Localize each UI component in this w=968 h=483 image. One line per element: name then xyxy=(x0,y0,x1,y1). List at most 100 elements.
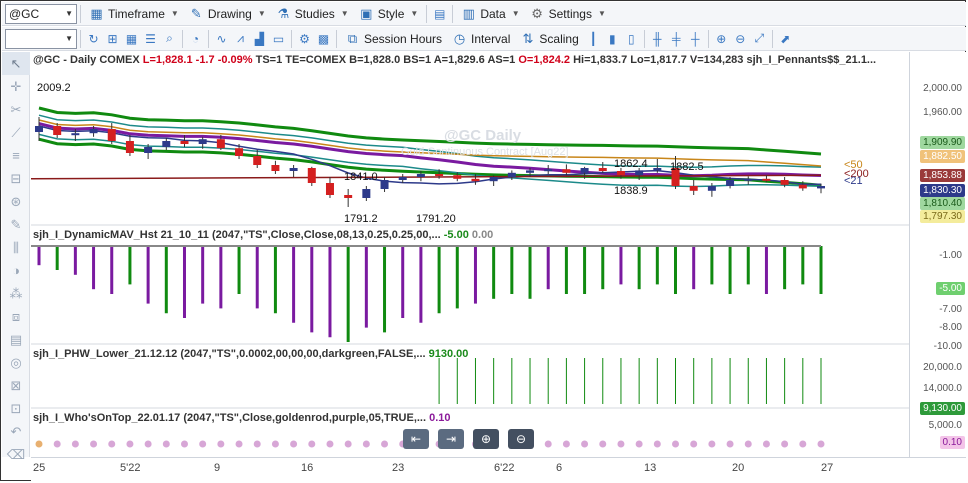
axis-label: -7.00 xyxy=(939,304,962,315)
axis-label: -1.00 xyxy=(939,250,962,261)
add-chart-icon[interactable]: ⬈ xyxy=(776,30,795,48)
scroll-left-button[interactable]: ⇤ xyxy=(403,429,429,449)
divider xyxy=(336,29,337,48)
bars-wide-icon: ⇥ xyxy=(445,432,457,446)
price-axis[interactable]: 2,000.00 1,960.00 1,909.90 1,882.50 1,85… xyxy=(909,52,966,457)
magnify-chart-icon[interactable]: ⌕ xyxy=(160,30,179,48)
calendar-icon: ▦ xyxy=(90,5,103,21)
gauge-icon[interactable]: ◔ xyxy=(186,30,205,48)
price-tag-maroon: 1,853.88 xyxy=(920,169,965,182)
ohlc-icon[interactable]: ╫ xyxy=(648,30,667,48)
data-button[interactable]: ▥ Data ▼ xyxy=(456,4,524,24)
zigzag-icon[interactable]: ⩘ xyxy=(231,30,250,48)
crosshair-icon[interactable]: ✛ xyxy=(2,75,30,98)
chevron-down-icon[interactable]: ▼ xyxy=(65,9,73,18)
clock-icon: ◷ xyxy=(453,30,466,46)
divider xyxy=(426,4,428,23)
shapes-icon[interactable]: ◑ xyxy=(2,259,30,282)
studies-button[interactable]: ⚗ Studies ▼ xyxy=(271,4,354,24)
refresh-icon[interactable]: ↻ xyxy=(84,30,103,48)
chart-watermark: @GC Daily xyxy=(444,127,522,144)
hlc-icon[interactable]: ╪ xyxy=(667,30,686,48)
candle-body xyxy=(307,168,316,183)
fib-icon[interactable]: ⊟ xyxy=(2,167,30,190)
lines-icon[interactable]: ⫼ xyxy=(2,236,30,259)
candle-body xyxy=(344,195,353,198)
spiral-icon[interactable]: ◎ xyxy=(2,351,30,374)
lock-icon[interactable]: ⊡ xyxy=(2,397,30,420)
trash-icon[interactable]: ⌫ xyxy=(2,443,30,466)
price-tag-gold: 1,882.50 xyxy=(920,150,965,163)
zoom-out-icon[interactable]: ⊖ xyxy=(731,30,750,48)
interval-button[interactable]: ◷ Interval xyxy=(447,29,515,49)
interval-input[interactable]: ▼ xyxy=(5,28,77,49)
bar-chart-icon[interactable]: ┃ xyxy=(584,30,603,48)
whos-on-top-dot xyxy=(817,440,825,448)
wave-icon[interactable]: ∿ xyxy=(212,30,231,48)
interval-label: Interval xyxy=(471,31,511,46)
hline-icon[interactable]: ≡ xyxy=(2,144,30,167)
settings-label: Settings xyxy=(548,6,592,21)
axis-label: -8.00 xyxy=(939,322,962,333)
zoom-in-button[interactable]: ⊕ xyxy=(473,429,499,449)
gear-icon[interactable]: ⚙ xyxy=(295,30,314,48)
pane-3-name: sjh_I_PHW_Lower_21.12.12 (2047,"TS",0.00… xyxy=(33,348,426,360)
chart-area[interactable]: @GC - Daily COMEX L=1,828.1 -1.7 -0.09% … xyxy=(30,52,909,457)
zoom-in-icon[interactable]: ⊕ xyxy=(712,30,731,48)
wrench-icon[interactable]: ✂ xyxy=(2,98,30,121)
candle-icon[interactable]: ▮ xyxy=(603,30,622,48)
bars-tool-icon[interactable]: ▤ xyxy=(2,328,30,351)
line-bars-icon[interactable]: ┼ xyxy=(686,30,705,48)
zoom-out-button[interactable]: ⊖ xyxy=(508,429,534,449)
symbol-input[interactable]: @GC ▼ xyxy=(5,3,77,24)
whos-on-top-dot xyxy=(217,440,225,448)
pane-3-value-1: 9130.00 xyxy=(428,348,469,360)
timeframe-button[interactable]: ▦ Timeframe ▼ xyxy=(84,4,184,24)
indicator-icon[interactable]: ⊞ xyxy=(103,30,122,48)
text-icon[interactable]: ⁂ xyxy=(2,282,30,305)
gear-icon: ⚙ xyxy=(531,5,543,21)
info-last: L=1,828.1 xyxy=(142,54,193,66)
candle-body xyxy=(726,180,735,186)
cycle-icon[interactable]: ⊛ xyxy=(2,190,30,213)
pane-icon[interactable]: ▭ xyxy=(269,30,288,48)
chart-icon[interactable]: ▟ xyxy=(250,30,269,48)
settings-button[interactable]: ⚙ Settings ▼ xyxy=(525,4,611,24)
candle-body xyxy=(198,139,207,144)
undo-icon[interactable]: ↶ xyxy=(2,420,30,443)
list-icon[interactable]: ☰ xyxy=(141,30,160,48)
zoom-out-icon: ⊖ xyxy=(515,432,527,446)
drawing-button[interactable]: ✎ Drawing ▼ xyxy=(184,4,271,24)
camera-icon[interactable]: ⊠ xyxy=(2,374,30,397)
candle-body xyxy=(362,189,371,198)
candles-icon[interactable]: ▯ xyxy=(622,30,641,48)
whos-on-top-dot xyxy=(35,440,43,448)
divider xyxy=(291,29,292,48)
chevron-down-icon[interactable]: ▼ xyxy=(65,34,73,43)
price-label-2: 1791.2 xyxy=(344,213,378,225)
whos-on-top-dot xyxy=(308,440,316,448)
pane-4-title: sjh_I_Who'sOnTop_22.01.17 (2047,"TS",Clo… xyxy=(33,412,451,424)
brush-icon[interactable]: ✎ xyxy=(2,213,30,236)
scroll-right-button[interactable]: ⇥ xyxy=(438,429,464,449)
price-tag-yellow: 1,797.30 xyxy=(920,210,965,223)
scaling-button[interactable]: ⇅ Scaling xyxy=(515,29,583,49)
pane-3-title: sjh_I_PHW_Lower_21.12.12 (2047,"TS",0.00… xyxy=(33,348,468,360)
trendline-icon[interactable]: ⟋ xyxy=(2,121,30,144)
whos-on-top-dot xyxy=(126,440,134,448)
candle-body xyxy=(453,175,462,179)
candle-body xyxy=(762,178,771,181)
style-button[interactable]: ▣ Style ▼ xyxy=(354,4,424,24)
ruler-icon[interactable]: ⧈ xyxy=(2,305,30,328)
time-axis[interactable]: 25 5'22 9 16 23 6'22 6 13 20 27 xyxy=(31,457,966,481)
expand-icon[interactable]: ⤢ xyxy=(750,30,769,48)
session-hours-button[interactable]: ⧉ Session Hours xyxy=(340,29,447,49)
main-toolbar: @GC ▼ ▦ Timeframe ▼ ✎ Drawing ▼ ⚗ Studie… xyxy=(2,2,966,26)
grid-icon[interactable]: ▩ xyxy=(314,30,333,48)
candle-body xyxy=(380,180,389,189)
price-tag-last: 1,830.30 xyxy=(920,184,965,197)
pointer-icon[interactable]: ↖ xyxy=(2,52,30,75)
candle-body xyxy=(35,126,43,132)
table-icon[interactable]: ▦ xyxy=(122,30,141,48)
layout-icon[interactable]: ▤ xyxy=(430,5,449,23)
